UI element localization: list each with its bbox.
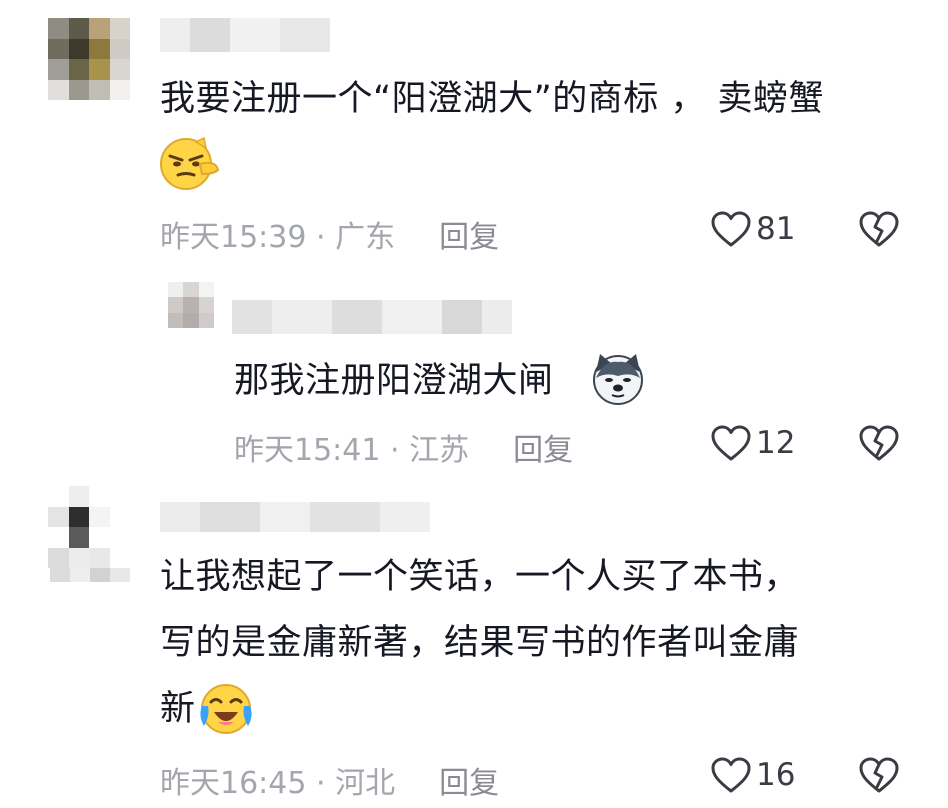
like-button[interactable]: 81 [710, 210, 795, 248]
time-location: 昨天15:41 · 江苏 [234, 433, 470, 468]
comment-meta: 昨天15:41 · 江苏 回复 [234, 425, 573, 469]
comment-text: 我要注册一个“阳澄湖大”的商标 ， 卖螃蟹 [160, 79, 825, 119]
like-button[interactable]: 16 [710, 756, 795, 794]
reply-button[interactable]: 回复 [513, 425, 573, 469]
avatar[interactable] [48, 486, 130, 568]
avatar[interactable] [168, 282, 214, 328]
broken-heart-icon [859, 757, 899, 793]
comment-meta: 昨天15:39 · 广东 回复 [160, 212, 499, 256]
husky-dog-emoji [590, 350, 646, 410]
heart-icon [711, 211, 751, 247]
dislike-button[interactable] [858, 210, 900, 252]
comment-text: 那我注册阳澄湖大闸 [234, 361, 554, 401]
dislike-button[interactable] [858, 424, 900, 466]
smirk-pointing-emoji [156, 134, 222, 196]
avatar[interactable] [48, 18, 130, 100]
username-blurred[interactable] [160, 18, 330, 52]
time-location: 昨天15:39 · 广东 [160, 220, 396, 255]
time-location: 昨天16:45 · 河北 [160, 766, 396, 801]
like-count: 81 [756, 211, 796, 247]
broken-heart-icon [859, 425, 899, 461]
reply-button[interactable]: 回复 [439, 212, 499, 256]
laughing-crying-emoji [198, 682, 254, 740]
dislike-button[interactable] [858, 756, 900, 798]
like-button[interactable]: 12 [710, 424, 795, 462]
username-blurred[interactable] [232, 300, 512, 334]
heart-icon [711, 425, 751, 461]
like-count: 12 [756, 425, 796, 461]
comment-text-line-1: 让我想起了一个笑话，一个人买了本书， [160, 557, 800, 597]
comment-text-line-3: 新 [160, 689, 196, 729]
comment-meta: 昨天16:45 · 河北 回复 [160, 758, 499, 802]
heart-icon [711, 757, 751, 793]
username-blurred [50, 568, 130, 582]
username-blurred[interactable] [160, 502, 430, 532]
like-count: 16 [756, 757, 796, 793]
reply-button[interactable]: 回复 [439, 758, 499, 802]
comment-text-line-2: 写的是金庸新著，结果写书的作者叫金庸 [160, 623, 800, 663]
broken-heart-icon [859, 211, 899, 247]
